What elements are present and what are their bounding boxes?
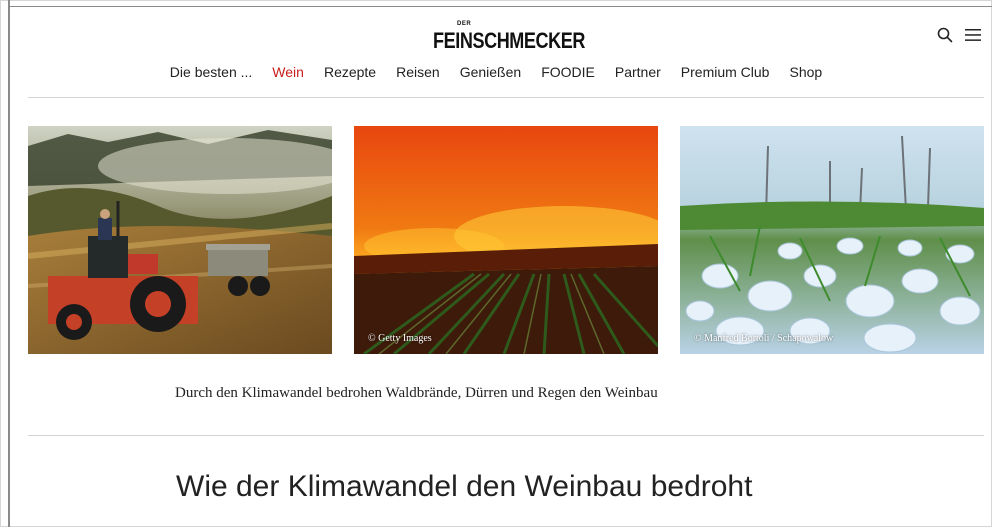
nav-item-shop[interactable]: Shop: [789, 64, 822, 86]
nav-item-rezepte[interactable]: Rezepte: [324, 64, 376, 86]
search-icon[interactable]: [936, 26, 954, 44]
article-headline: Wie der Klimawandel den Weinbau bedroht: [176, 470, 753, 503]
content-divider: [28, 435, 984, 436]
nav-item-premium-club[interactable]: Premium Club: [681, 64, 770, 86]
photo-tractor-vineyard[interactable]: [28, 126, 332, 354]
hero-image-gallery: © Getty Images © Manfred Bortoli / Schap…: [28, 126, 984, 354]
main-navigation: Die besten ... Wein Rezepte Reisen Genie…: [0, 64, 992, 86]
photo-credit-bortoli: © Manfred Bortoli / Schapowalow: [694, 333, 834, 344]
photo-wildfire-vineyard[interactable]: © Getty Images: [354, 126, 658, 354]
nav-divider: [28, 97, 984, 98]
site-header: DER FEINSCHMECKER Die besten ... Wein Re…: [0, 0, 992, 100]
nav-item-partner[interactable]: Partner: [615, 64, 661, 86]
nav-item-foodie[interactable]: FOODIE: [541, 64, 595, 86]
nav-item-die-besten[interactable]: Die besten ...: [170, 64, 253, 86]
gallery-caption: Durch den Klimawandel bedrohen Waldbränd…: [175, 385, 658, 401]
header-actions: [936, 26, 982, 46]
site-logo[interactable]: DER FEINSCHMECKER: [433, 21, 586, 53]
nav-item-wein[interactable]: Wein: [272, 64, 304, 86]
photo-hailstones[interactable]: © Manfred Bortoli / Schapowalow: [680, 126, 984, 354]
nav-item-geniessen[interactable]: Genießen: [460, 64, 521, 86]
menu-icon[interactable]: [964, 26, 982, 44]
logo-small-text: DER: [457, 21, 472, 27]
photo-credit-getty: © Getty Images: [368, 333, 432, 344]
nav-item-reisen[interactable]: Reisen: [396, 64, 440, 86]
logo-main-text: FEINSCHMECKER: [433, 28, 586, 53]
